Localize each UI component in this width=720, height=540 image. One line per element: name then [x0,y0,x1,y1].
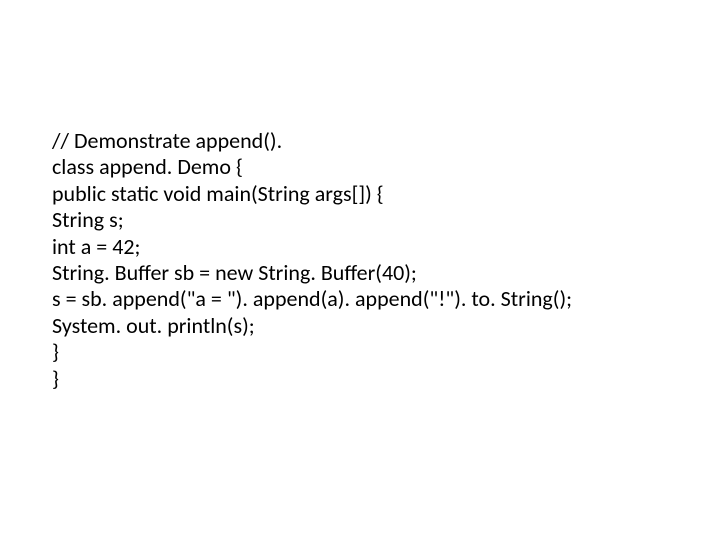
code-block: // Demonstrate append(). class append. D… [0,0,720,392]
code-line-2: class append. Demo { [52,154,680,180]
code-line-4: String s; [52,207,680,233]
code-line-8: System. out. println(s); [52,313,680,339]
code-line-1: // Demonstrate append(). [52,128,680,154]
code-line-6: String. Buffer sb = new String. Buffer(4… [52,260,680,286]
code-line-10: } [52,366,680,392]
code-line-7: s = sb. append("a = "). append(a). appen… [52,286,680,312]
code-line-3: public static void main(String args[]) { [52,181,680,207]
code-line-5: int a = 42; [52,234,680,260]
code-line-9: } [52,339,680,365]
